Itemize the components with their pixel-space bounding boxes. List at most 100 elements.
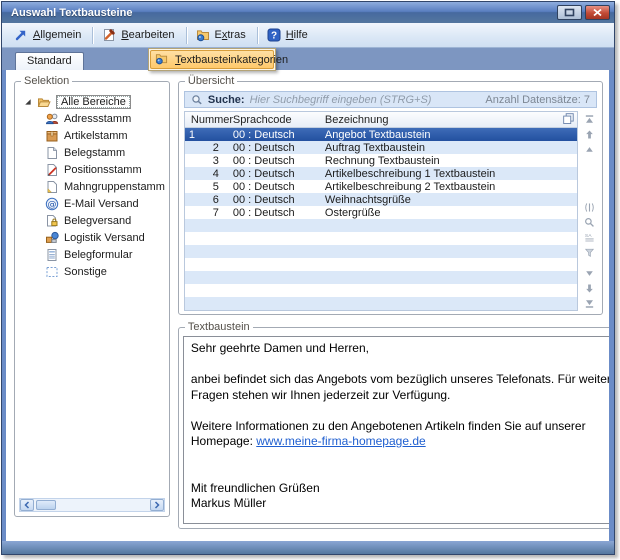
column-header-bezeichnung[interactable]: Bezeichnung bbox=[319, 114, 559, 126]
tree-item-logistik-versand[interactable]: Logistik Versand bbox=[19, 229, 165, 246]
tree-item-label: E-Mail Versand bbox=[64, 198, 139, 210]
toolbar-allgemein-button[interactable]: Allgemein bbox=[8, 26, 89, 44]
table-row[interactable]: 300 : DeutschRechnung Textbaustein bbox=[185, 154, 577, 167]
toolbar-separator bbox=[92, 27, 93, 44]
column-header-nummer[interactable]: Nummer bbox=[185, 114, 227, 126]
text-line bbox=[191, 403, 609, 419]
table-empty-row bbox=[185, 258, 577, 271]
people-icon bbox=[45, 112, 59, 126]
app-window: Auswahl Textbausteine Allgemein Bearbeite… bbox=[1, 1, 615, 555]
sort-button[interactable]: SA bbox=[583, 231, 596, 243]
folder-tools-icon bbox=[196, 28, 210, 42]
cell-sprachcode: 00 : Deutsch bbox=[227, 129, 319, 141]
tree-item-sonstige[interactable]: Sonstige bbox=[19, 263, 165, 280]
table-empty-row bbox=[185, 271, 577, 284]
tree-item-label: Sonstige bbox=[64, 266, 107, 278]
tree-horizontal-scrollbar[interactable] bbox=[19, 498, 165, 512]
table-body: 100 : DeutschAngebot Textbaustein200 : D… bbox=[185, 128, 577, 310]
tree-item-adressstamm[interactable]: Adressstamm bbox=[19, 110, 165, 127]
selektion-legend: Selektion bbox=[21, 75, 72, 87]
cell-sprachcode: 00 : Deutsch bbox=[227, 168, 319, 180]
tree-item-e-mail-versand[interactable]: @ E-Mail Versand bbox=[19, 195, 165, 212]
text-line: Fragen stehen wir Ihnen jederzeit zur Ve… bbox=[191, 388, 609, 404]
menu-item-textbausteinkategorien[interactable]: Textbausteinkategorien bbox=[150, 50, 274, 69]
table-row[interactable]: 500 : DeutschArtikelbeschreibung 2 Textb… bbox=[185, 180, 577, 193]
jump-arrow-icon bbox=[14, 28, 28, 42]
tree-item-artikelstamm[interactable]: Artikelstamm bbox=[19, 127, 165, 144]
homepage-link[interactable]: www.meine-firma-homepage.de bbox=[256, 434, 425, 448]
move-up-button[interactable] bbox=[583, 128, 596, 140]
scroll-right-button[interactable] bbox=[150, 499, 164, 511]
cell-nummer: 5 bbox=[185, 181, 227, 193]
toolbar-hilfe-button[interactable]: ?Hilfe bbox=[261, 26, 316, 44]
table-row[interactable]: 100 : DeutschAngebot Textbaustein bbox=[185, 128, 577, 141]
tree-item-positionsstamm[interactable]: Positionsstamm bbox=[19, 161, 165, 178]
svg-text:@: @ bbox=[48, 200, 57, 210]
table-row[interactable]: 200 : DeutschAuftrag Textbaustein bbox=[185, 141, 577, 154]
table-row[interactable]: 600 : DeutschWeihnachtsgrüße bbox=[185, 193, 577, 206]
edit-page-icon bbox=[102, 28, 116, 42]
table-row[interactable]: 700 : DeutschOstergrüße bbox=[185, 206, 577, 219]
column-width-button[interactable] bbox=[583, 201, 596, 213]
restore-button[interactable] bbox=[557, 5, 582, 20]
move-down-button[interactable] bbox=[583, 282, 596, 294]
titlebar[interactable]: Auswahl Textbausteine bbox=[2, 2, 614, 23]
tools-group: SA bbox=[583, 201, 596, 258]
cell-sprachcode: 00 : Deutsch bbox=[227, 207, 319, 219]
table-empty-row bbox=[185, 284, 577, 297]
scroll-top-button[interactable] bbox=[583, 113, 596, 125]
tree-item-mahngruppenstamm[interactable]: Mahngruppenstamm bbox=[19, 178, 165, 195]
tree-item-label: Artikelstamm bbox=[64, 130, 128, 142]
tab-standard[interactable]: Standard bbox=[15, 52, 84, 70]
scroll-bottom-button[interactable] bbox=[583, 297, 596, 309]
toolbar-button-label: Hilfe bbox=[286, 29, 308, 41]
table-empty-row bbox=[185, 219, 577, 232]
column-chooser-button[interactable] bbox=[559, 112, 577, 128]
up-button[interactable] bbox=[583, 143, 596, 155]
textbaustein-preview[interactable]: Sehr geehrte Damen und Herren, anbei befi… bbox=[183, 336, 609, 524]
text-line: Sehr geehrte Damen und Herren, bbox=[191, 341, 609, 357]
selektion-groupbox: Selektion Alle Bereiche Adressstamm Artike… bbox=[14, 75, 170, 517]
email-at-icon: @ bbox=[45, 197, 59, 211]
filter-button[interactable] bbox=[583, 246, 596, 258]
scrollbar-thumb[interactable] bbox=[36, 500, 56, 510]
tree-item-belegformular[interactable]: Belegformular bbox=[19, 246, 165, 263]
tab-strip: Standard bbox=[2, 48, 614, 70]
cell-sprachcode: 00 : Deutsch bbox=[227, 142, 319, 154]
tree-item-belegstamm[interactable]: Belegstamm bbox=[19, 144, 165, 161]
cell-nummer: 1 bbox=[185, 129, 227, 141]
form-document-icon bbox=[45, 248, 59, 262]
document-lock-icon bbox=[45, 214, 59, 228]
toolbar-extras-button[interactable]: Extras bbox=[190, 26, 254, 44]
text-line bbox=[191, 465, 609, 481]
toolbar-bearbeiten-button[interactable]: Bearbeiten bbox=[96, 26, 182, 44]
search-button[interactable] bbox=[583, 216, 596, 228]
tree-item-alle-bereiche[interactable]: Alle Bereiche bbox=[19, 93, 165, 110]
text-line: Weitere Informationen zu den Angebotenen… bbox=[191, 419, 609, 435]
close-icon bbox=[592, 8, 603, 17]
down-button[interactable] bbox=[583, 267, 596, 279]
menu-item-label: Textbausteinkategorien bbox=[175, 54, 288, 66]
cell-bezeichnung: Artikelbeschreibung 1 Textbaustein bbox=[319, 168, 577, 180]
scroll-left-button[interactable] bbox=[20, 499, 34, 511]
cell-bezeichnung: Weihnachtsgrüße bbox=[319, 194, 577, 206]
tree-item-label: Alle Bereiche bbox=[56, 95, 131, 109]
textbaustein-legend: Textbaustein bbox=[185, 321, 253, 333]
text-line: Markus Müller bbox=[191, 496, 609, 512]
column-header-sprachcode[interactable]: Sprachcode bbox=[227, 114, 319, 126]
table-row[interactable]: 400 : DeutschArtikelbeschreibung 1 Textb… bbox=[185, 167, 577, 180]
tree-item-label: Mahngruppenstamm bbox=[64, 181, 165, 193]
cell-nummer: 4 bbox=[185, 168, 227, 180]
tree-item-label: Adressstamm bbox=[64, 113, 131, 125]
chevron-left-icon bbox=[23, 501, 31, 509]
text-line: anbei befindet sich das Angebots vom bez… bbox=[191, 372, 609, 388]
nav-bottom-group bbox=[583, 267, 596, 309]
table-side-toolbar: SA bbox=[578, 111, 597, 311]
toolbar-button-label: Allgemein bbox=[33, 29, 81, 41]
table-header[interactable]: NummerSprachcodeBezeichnung bbox=[185, 112, 577, 128]
categories-folder-icon bbox=[155, 52, 168, 68]
search-input[interactable]: Suche: Hier Suchbegriff eingeben (STRG+S… bbox=[184, 91, 597, 108]
close-button[interactable] bbox=[585, 5, 610, 20]
tree-item-belegversand[interactable]: Belegversand bbox=[19, 212, 165, 229]
cell-nummer: 2 bbox=[185, 142, 227, 154]
